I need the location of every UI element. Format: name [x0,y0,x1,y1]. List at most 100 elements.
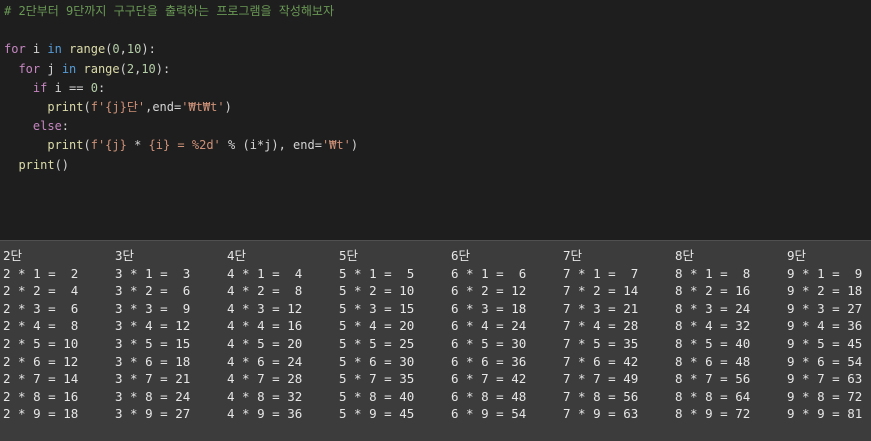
code-token: j [40,61,62,76]
code-token: i [25,42,48,57]
output-panel: 2단 2 * 1 = 22 * 2 = 42 * 3 = 62 * 4 = 82 … [0,240,871,441]
output-line: 7 * 2 = 14 [563,283,639,299]
code-token: ( [119,61,127,76]
output-line: 8 * 2 = 16 [675,283,751,299]
output-line: 9 * 4 = 36 [787,318,863,334]
code-line[interactable]: for j in range(2,10): [4,60,170,79]
code-token: 2 [126,61,135,76]
code-token: ) [224,100,232,114]
code-token: in [47,42,62,57]
code-line[interactable]: print() [4,156,69,175]
code-token: '₩t₩t' [181,100,225,114]
code-token: for [4,61,41,76]
code-line[interactable]: else: [4,117,69,136]
output-line: 9 * 7 = 63 [787,371,863,387]
output-line: 6 * 9 = 54 [451,406,527,422]
code-line[interactable]: # 2단부터 9단까지 구구단을 출력하는 프로그램을 작성해보자 [4,2,334,21]
code-line[interactable]: print(f'{j} * {i} = %2d' % (i*j), end='₩… [4,136,358,155]
code-token: '₩t' [321,138,351,153]
output-line: 5 * 7 = 35 [339,371,415,387]
output-header: 4단 [227,248,247,263]
output-line: 5 * 5 = 25 [339,335,415,351]
output-column: 9단 9 * 1 = 9 9 * 2 = 18 9 * 3 = 27 9 * 4 = 3… [787,247,871,423]
output-line: 2 * 9 = 18 [3,406,79,422]
output-line: 7 * 5 = 35 [563,335,639,351]
output-line: 5 * 4 = 20 [339,318,415,334]
code-token: range [83,61,120,76]
output-line: 8 * 9 = 72 [675,406,751,422]
code-token: # 2단부터 9단까지 구구단을 출력하는 프로그램을 작성해보자 [4,4,334,18]
code-token: ) [350,138,359,153]
code-editor[interactable]: # 2단부터 9단까지 구구단을 출력하는 프로그램을 작성해보자 for i i… [0,0,871,240]
output-line: 8 * 6 = 48 [675,353,751,369]
code-token: print [4,157,55,172]
output-column: 6단 6 * 1 = 6 6 * 2 = 12 6 * 3 = 18 6 * 4 = 2… [451,247,563,423]
code-token: ): [141,42,156,57]
code-token: i == [47,80,91,95]
code-token: print [4,100,84,114]
output-line: 5 * 8 = 40 [339,388,415,404]
output-header: 8단 [675,248,695,263]
code-token: 10 [141,61,156,76]
output-line: 6 * 2 = 12 [451,283,527,299]
code-token: f'{j} [90,138,135,153]
code-line[interactable]: print(f'{j}단',end='₩t₩t') [4,98,232,117]
output-line: 2 * 8 = 16 [3,388,79,404]
code-token: ( [83,100,91,114]
output-line: 5 * 2 = 10 [339,283,415,299]
output-line: 4 * 1 = 4 [227,265,303,281]
output-line: 6 * 5 = 30 [451,335,527,351]
output-line: 9 * 5 = 45 [787,335,863,351]
code-token: in [61,61,77,76]
code-token: ( [83,138,91,153]
output-line: 3 * 5 = 15 [115,335,191,351]
output-line: 3 * 2 = 6 [115,283,191,299]
output-line: 9 * 6 = 54 [787,353,863,369]
output-line: 9 * 2 = 18 [787,283,863,299]
output-line: 7 * 9 = 63 [563,406,639,422]
output-line: 2 * 2 = 4 [3,283,79,299]
output-line: 7 * 1 = 7 [563,265,639,281]
output-line: 2 * 5 = 10 [3,335,79,351]
output-line: 3 * 4 = 12 [115,318,191,334]
output-line: 2 * 4 = 8 [3,318,79,334]
output-column: 5단 5 * 1 = 5 5 * 2 = 10 5 * 3 = 15 5 * 4 = 2… [339,247,451,423]
code-token: for [4,42,26,57]
output-line: 7 * 6 = 42 [563,353,639,369]
code-token: () [54,157,70,172]
output-line: 9 * 3 = 27 [787,300,863,316]
output-line: 3 * 9 = 27 [115,406,191,422]
code-token: f'{j}단' [90,100,146,114]
output-header: 3단 [115,248,135,263]
output-line: 6 * 1 = 6 [451,265,527,281]
code-token: 0 [112,42,120,57]
code-token: ,end= [145,100,182,114]
output-line: 7 * 4 = 28 [563,318,639,334]
output-line: 3 * 6 = 18 [115,353,191,369]
output-line: 6 * 3 = 18 [451,300,527,316]
output-line: 4 * 8 = 32 [227,388,303,404]
output-header: 5단 [339,248,359,263]
code-line[interactable]: for i in range(0,10): [4,40,156,59]
output-line: 2 * 3 = 6 [3,300,79,316]
output-column: 4단 4 * 1 = 4 4 * 2 = 84 * 3 = 12 4 * 4 = 16… [227,247,339,423]
output-column: 2단 2 * 1 = 22 * 2 = 42 * 3 = 62 * 4 = 82 … [3,247,115,423]
output-line: 4 * 2 = 8 [227,283,303,299]
output-line: 4 * 9 = 36 [227,406,303,422]
output-line: 5 * 6 = 30 [339,353,415,369]
output-header: 2단 [3,248,23,263]
code-token: print [4,138,84,153]
code-token: 0 [90,80,98,95]
output-line: 8 * 7 = 56 [675,371,751,387]
output-line: 5 * 3 = 15 [339,300,415,316]
output-line: 9 * 1 = 9 [787,265,863,281]
output-line: 2 * 7 = 14 [3,371,79,387]
code-token: % (i*j), end= [220,138,322,153]
output-line: 6 * 4 = 24 [451,318,527,334]
output-line: 3 * 7 = 21 [115,371,191,387]
output-line: 3 * 8 = 24 [115,388,191,404]
code-line[interactable]: if i == 0: [4,79,105,98]
output-column: 7단 7 * 1 = 7 7 * 2 = 14 7 * 3 = 21 7 * 4 = 2… [563,247,675,423]
